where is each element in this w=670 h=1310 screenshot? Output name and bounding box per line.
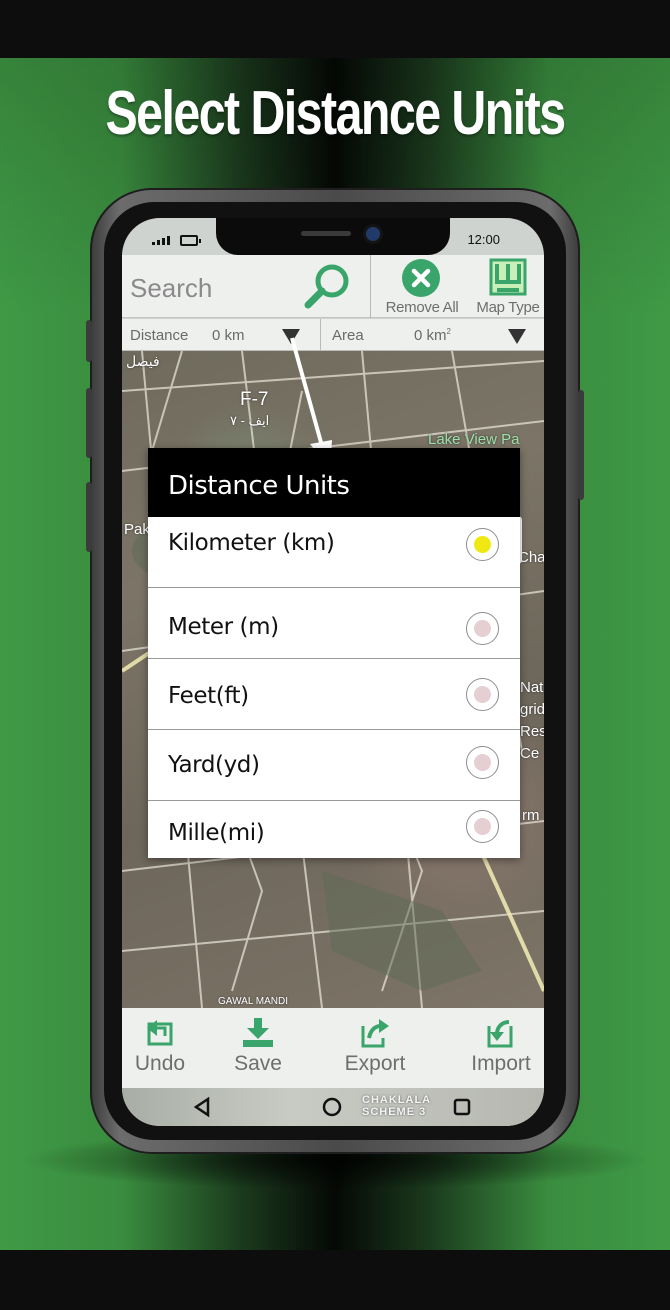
remove-all-button[interactable]: Remove All (372, 255, 472, 318)
unit-option-label: Yard(yd) (168, 752, 260, 778)
unit-option-yard[interactable]: Yard(yd) (148, 730, 520, 801)
unit-option-feet[interactable]: Feet(ft) (148, 659, 520, 730)
save-label: Save (234, 1052, 282, 1075)
map-label: ایف - ۷ (230, 413, 270, 428)
undo-icon (147, 1020, 173, 1046)
search-input[interactable]: Search (130, 273, 212, 304)
radio-button[interactable] (466, 612, 499, 645)
map-type-icon (489, 258, 527, 296)
phone-screen: فیصل F-7 ایف - ۷ Lake View Pa Pak Cha Na… (122, 218, 544, 1126)
phone-power-button (578, 390, 584, 500)
area-dropdown-icon[interactable] (508, 329, 526, 344)
map-label: Nat (520, 679, 544, 696)
toolbar-divider (370, 255, 371, 318)
export-button[interactable]: Export (338, 1008, 412, 1088)
signal-icon (152, 236, 170, 245)
map-type-button[interactable]: Map Type (472, 255, 544, 318)
radio-button[interactable] (466, 810, 499, 843)
system-nav-bar: CHAKLALA SCHEME 3 (122, 1088, 544, 1126)
radio-button[interactable] (466, 678, 499, 711)
distance-units-dialog: Distance Units Kilometer (km) Meter (m) … (148, 448, 520, 858)
radio-button[interactable] (466, 746, 499, 779)
phone-mute-switch (86, 320, 92, 362)
unit-option-label: Meter (m) (168, 614, 279, 640)
unit-option-kilometer[interactable]: Kilometer (km) (148, 517, 520, 588)
map-label: Res (520, 723, 544, 740)
map-label: grid (520, 701, 544, 718)
unit-option-meter[interactable]: Meter (m) (148, 588, 520, 659)
recents-icon[interactable] (452, 1096, 472, 1118)
speaker-grille (301, 231, 351, 236)
phone-notch (216, 218, 450, 255)
download-icon (243, 1018, 273, 1047)
import-icon (487, 1020, 513, 1048)
unit-option-label: Feet(ft) (168, 683, 249, 709)
unit-option-mile[interactable]: Mille(mi) (148, 801, 520, 872)
undo-button[interactable]: Undo (128, 1008, 192, 1088)
distance-label: Distance (130, 327, 189, 344)
watermark-line: SCHEME 3 (362, 1106, 427, 1118)
top-toolbar: Search Remove All Map Type (122, 255, 544, 318)
map-watermark: CHAKLALA SCHEME 3 (362, 1094, 431, 1118)
bottom-toolbar: Undo Save Export Import (122, 1008, 544, 1088)
area-value-text: 0 km (414, 327, 447, 344)
radio-button[interactable] (466, 528, 499, 561)
map-label: Lake View Pa (428, 431, 520, 448)
undo-label: Undo (134, 1052, 186, 1075)
map-label: rm (522, 807, 540, 824)
battery-icon (180, 235, 201, 246)
status-time: 12:00 (467, 232, 500, 247)
phone-volume-up (86, 388, 92, 458)
map-label: GAWAL MANDI (218, 996, 289, 1007)
watermark-line: CHAKLALA (362, 1094, 432, 1106)
map-label: Pak (124, 521, 150, 538)
search-icon[interactable] (302, 261, 352, 315)
map-label: فیصل (126, 353, 160, 369)
save-button[interactable]: Save (226, 1008, 290, 1088)
export-icon (361, 1019, 389, 1048)
map-type-label: Map Type (476, 299, 540, 316)
export-label: Export (344, 1052, 406, 1075)
remove-all-label: Remove All (385, 299, 459, 316)
home-icon[interactable] (321, 1096, 343, 1118)
map-label: F-7 (240, 389, 269, 410)
area-unit-superscript: 2 (446, 327, 451, 336)
distance-value: 0 km (212, 327, 245, 344)
import-label: Import (471, 1052, 531, 1075)
promo-headline: Select Distance Units (105, 79, 566, 148)
import-button[interactable]: Import (464, 1008, 538, 1088)
phone-volume-down (86, 482, 92, 552)
back-icon[interactable] (192, 1096, 212, 1118)
remove-icon (402, 259, 440, 297)
map-label: Ce (520, 745, 540, 762)
dialog-title: Distance Units (148, 448, 520, 517)
area-value: 0 km2 (414, 327, 451, 344)
front-camera (366, 227, 380, 241)
unit-option-label: Mille(mi) (168, 820, 265, 846)
unit-option-label: Kilometer (km) (168, 530, 335, 556)
